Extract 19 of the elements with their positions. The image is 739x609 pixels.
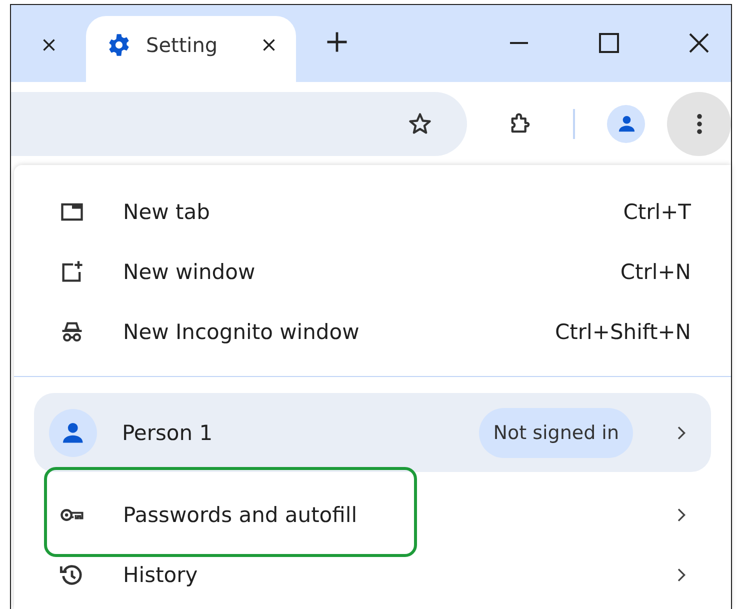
profile-avatar[interactable] [607,104,646,142]
menu-item[interactable]: History [14,545,731,605]
avatar-icon [49,408,97,456]
keyboard-shortcut: Ctrl+N [620,260,691,284]
profile-menu-item[interactable]: Person 1 Not signed in [34,393,711,472]
menu-item[interactable]: New tab Ctrl+T [14,182,731,242]
keyboard-shortcut: Ctrl+T [623,200,691,224]
menu-item[interactable]: New window Ctrl+N [14,242,731,302]
star-icon[interactable] [407,110,434,136]
browser-tab[interactable]: Setting [86,16,296,82]
keyboard-shortcut: Ctrl+Shift+N [555,320,691,344]
tab-title: Setting [146,33,218,57]
history-icon [59,562,85,588]
gear-icon [106,32,132,58]
maximize-icon[interactable] [597,31,621,55]
menu-item[interactable]: Passwords and autofill [14,485,731,545]
menu-item[interactable]: New Incognito window Ctrl+Shift+N [14,302,731,362]
sign-in-status: Not signed in [479,408,633,458]
close-icon[interactable] [687,31,711,55]
